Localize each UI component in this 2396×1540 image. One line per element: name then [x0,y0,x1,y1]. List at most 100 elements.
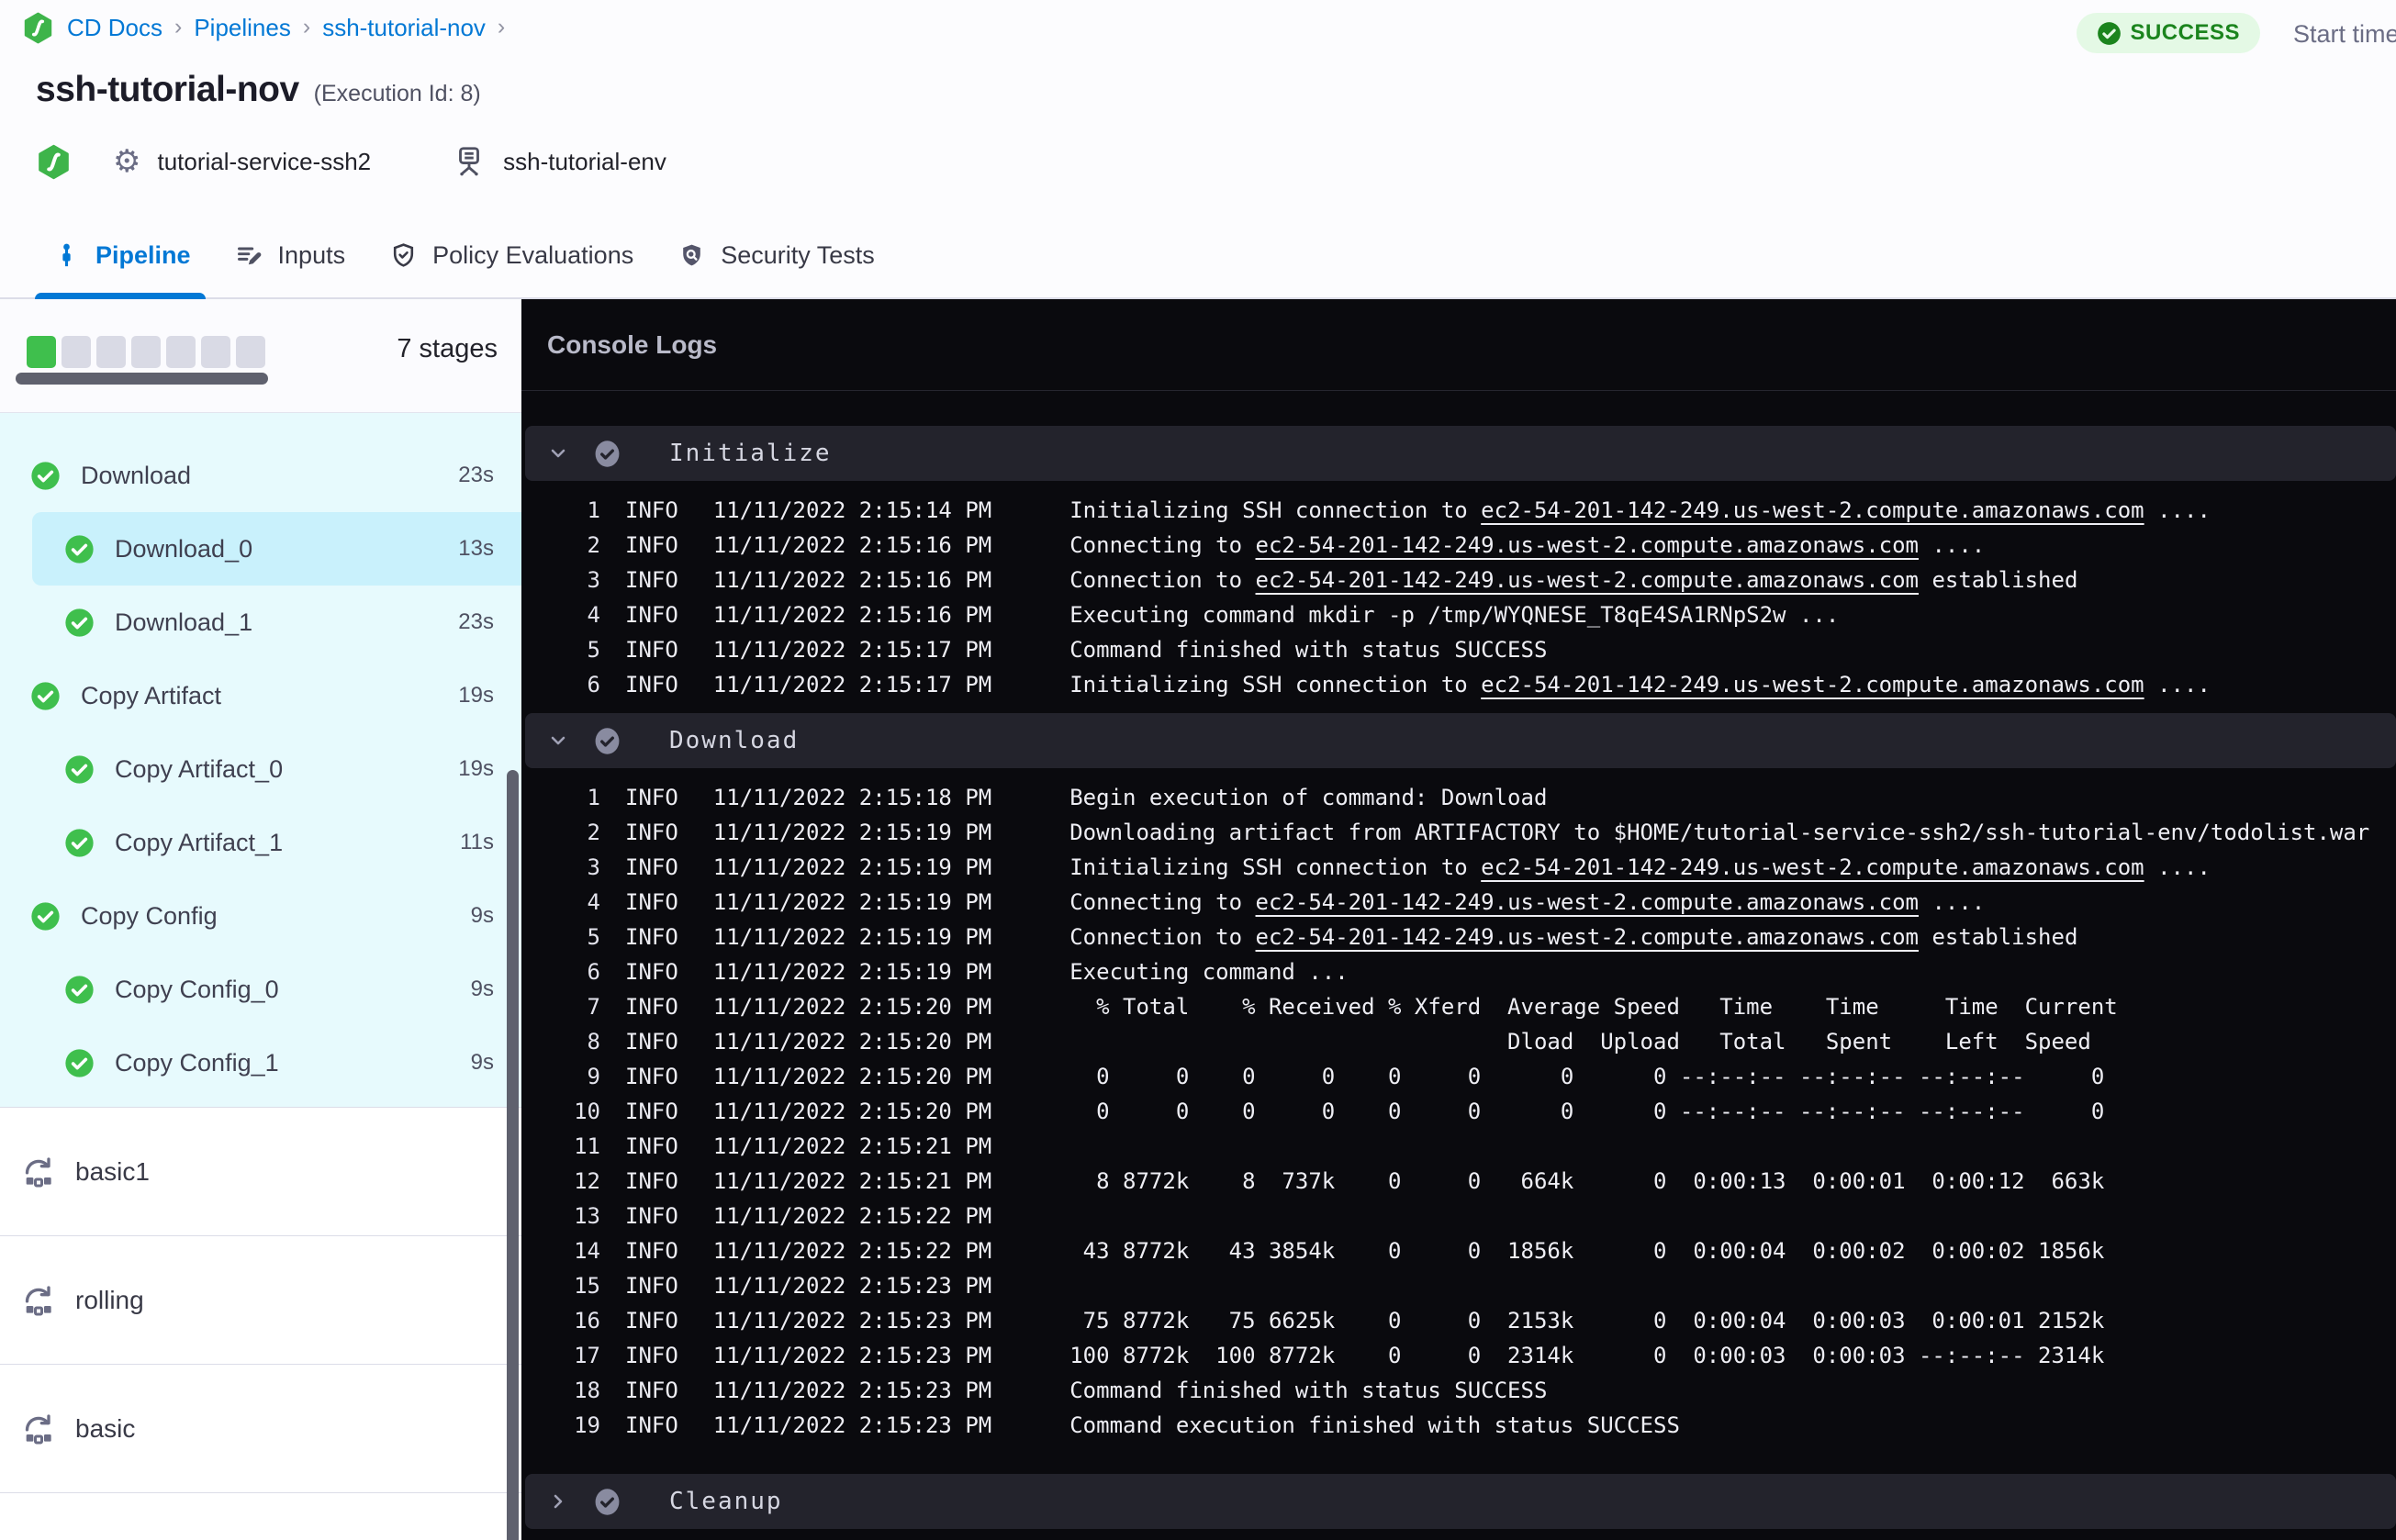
stage-progress-segment [27,336,56,368]
breadcrumb-separator-icon: › [302,14,311,39]
log-message: Executing command ... [1069,959,1348,985]
log-section-header-cleanup[interactable]: Cleanup [525,1474,2396,1529]
log-level: INFO [625,1238,678,1264]
tab-inputs[interactable]: Inputs [235,213,345,297]
log-section-header-download[interactable]: Download [525,713,2396,768]
log-timestamp: 11/11/2022 2:15:16 PM [712,567,992,593]
log-timestamp: 11/11/2022 2:15:14 PM [712,497,992,523]
stage-duration: 11s [460,830,494,854]
stage-row-download_0[interactable]: Download_0 13s [32,512,521,586]
stage-row-copy-artifact_0[interactable]: Copy Artifact_0 19s [0,732,521,806]
stage-group-row-canary2[interactable]: canary2 [0,1492,521,1540]
log-timestamp: 11/11/2022 2:15:22 PM [712,1203,992,1229]
stage-row-download[interactable]: Download 23s [0,439,521,512]
stage-row-copy-config_0[interactable]: Copy Config_0 9s [0,953,521,1026]
log-line: 13 INFO 11/11/2022 2:15:22 PM [521,1199,2396,1233]
breadcrumb-link[interactable]: CD Docs [67,14,162,42]
log-text: Initializing SSH connection to [1069,854,1482,880]
stage-label: Copy Artifact_1 [115,828,284,856]
stage-label: Download [81,461,192,489]
stage-row-copy-artifact[interactable]: Copy Artifact 19s [0,659,521,732]
log-level: INFO [625,567,678,593]
stage-group-row-basic1[interactable]: basic1 [0,1107,521,1235]
console-logs-panel: Console Logs Initialize 1 INFO 11/11/2022 2… [521,299,2396,1540]
log-link[interactable]: ec2-54-201-142-249.us-west-2.compute.ama… [1256,889,1919,915]
log-level: INFO [625,1343,678,1368]
log-text: established [1919,924,2078,950]
stage-duration: 9s [470,903,494,928]
log-section-header-initialize[interactable]: Initialize [525,426,2396,481]
log-text: Executing command ... [1069,959,1349,985]
log-line: 11 INFO 11/11/2022 2:15:21 PM [521,1129,2396,1164]
tab-pipeline[interactable]: Pipeline [35,213,206,299]
breadcrumb-link[interactable]: Pipelines [194,14,291,42]
stage-row-download_1[interactable]: Download_1 23s [0,586,521,659]
log-text: Command finished with status SUCCESS [1069,1378,1548,1403]
log-text: % Total % Received % Xferd Average Speed… [1069,994,2118,1020]
log-line: 5 INFO 11/11/2022 2:15:19 PM Connection to … [521,920,2396,954]
log-link[interactable]: ec2-54-201-142-249.us-west-2.compute.ama… [1481,497,2144,523]
log-line: 7 INFO 11/11/2022 2:15:20 PM % Total % Rec… [521,989,2396,1024]
log-level: INFO [625,1412,678,1438]
breadcrumb-separator-icon: › [497,14,506,39]
log-text: .... [2144,497,2211,523]
success-check-icon [64,1048,95,1078]
log-text: Command execution finished with status S… [1069,1412,1680,1438]
breadcrumb-link[interactable]: ssh-tutorial-nov [322,14,486,42]
log-line: 3 INFO 11/11/2022 2:15:19 PM Initializing S… [521,850,2396,885]
log-text: 43 8772k 43 3854k 0 0 1856k 0 0:00:04 0:… [1069,1238,2105,1264]
log-message: Connection to ec2-54-201-142-249.us-west… [1069,924,2077,950]
console-logs-title: Console Logs [521,299,2396,391]
log-link[interactable]: ec2-54-201-142-249.us-west-2.compute.ama… [1256,532,1919,558]
stage-label: Copy Artifact [81,681,222,709]
log-level: INFO [625,1378,678,1403]
log-message: Connection to ec2-54-201-142-249.us-west… [1069,567,2077,593]
execution-id: (Execution Id: 8) [313,81,481,106]
stage-progress-segment [166,336,196,368]
log-level: INFO [625,854,678,880]
stage-duration: 13s [458,536,494,561]
stage-label: Download_1 [115,608,253,636]
log-line: 4 INFO 11/11/2022 2:15:16 PM Executing comm… [521,597,2396,632]
log-link[interactable]: ec2-54-201-142-249.us-west-2.compute.ama… [1256,924,1919,950]
log-line-number: 1 [587,785,600,810]
stage-row-copy-config_1[interactable]: Copy Config_1 9s [0,1026,521,1099]
tab-policy-evaluations[interactable]: Policy Evaluations [389,213,633,297]
log-text: .... [1919,889,1986,915]
log-line: 14 INFO 11/11/2022 2:15:22 PM 43 8772k 43 … [521,1233,2396,1268]
stage-list: Download 23s Download_0 13s Download_1 23s … [0,413,521,1107]
log-link[interactable]: ec2-54-201-142-249.us-west-2.compute.ama… [1481,854,2144,880]
log-line: 6 INFO 11/11/2022 2:15:17 PM Initializing S… [521,667,2396,702]
log-line-number: 19 [574,1412,600,1438]
log-timestamp: 11/11/2022 2:15:20 PM [712,994,992,1020]
tab-security-tests[interactable]: Security Tests [677,213,875,297]
log-link[interactable]: ec2-54-201-142-249.us-west-2.compute.ama… [1481,672,2144,697]
log-message: 75 8772k 75 6625k 0 0 2153k 0 0:00:04 0:… [1069,1308,2105,1334]
success-check-icon [64,608,95,638]
stage-duration: 9s [470,1050,494,1075]
stage-group-row-basic[interactable]: basic [0,1364,521,1492]
log-timestamp: 11/11/2022 2:15:19 PM [712,924,992,950]
log-level: INFO [625,1099,678,1124]
log-text: Connection to [1069,924,1256,950]
log-text: 100 8772k 100 8772k 0 0 2314k 0 0:00:03 … [1069,1343,2105,1368]
stage-label: Copy Artifact_0 [115,754,284,783]
log-level: INFO [625,820,678,845]
stage-row-copy-artifact_1[interactable]: Copy Artifact_1 11s [0,806,521,879]
stage-row-copy-config[interactable]: Copy Config 9s [0,879,521,953]
log-level: INFO [625,924,678,950]
stage-progress-segment [96,336,126,368]
log-text: Connection to [1069,567,1256,593]
vertical-scrollbar[interactable] [507,770,519,1540]
log-message: 8 8772k 8 737k 0 0 664k 0 0:00:13 0:00:0… [1069,1168,2104,1194]
stage-group-row-rolling[interactable]: rolling [0,1235,521,1364]
log-link[interactable]: ec2-54-201-142-249.us-west-2.compute.ama… [1256,567,1919,593]
log-line: 4 INFO 11/11/2022 2:15:19 PM Connecting to … [521,885,2396,920]
horizontal-scrollbar[interactable] [16,373,268,385]
log-text: established [1919,567,2078,593]
log-line-number: 14 [574,1238,600,1264]
log-message: Connecting to ec2-54-201-142-249.us-west… [1069,532,1985,558]
stage-progress-segment [131,336,161,368]
status-badge-label: SUCCESS [2130,20,2240,45]
success-check-icon [64,975,95,1005]
